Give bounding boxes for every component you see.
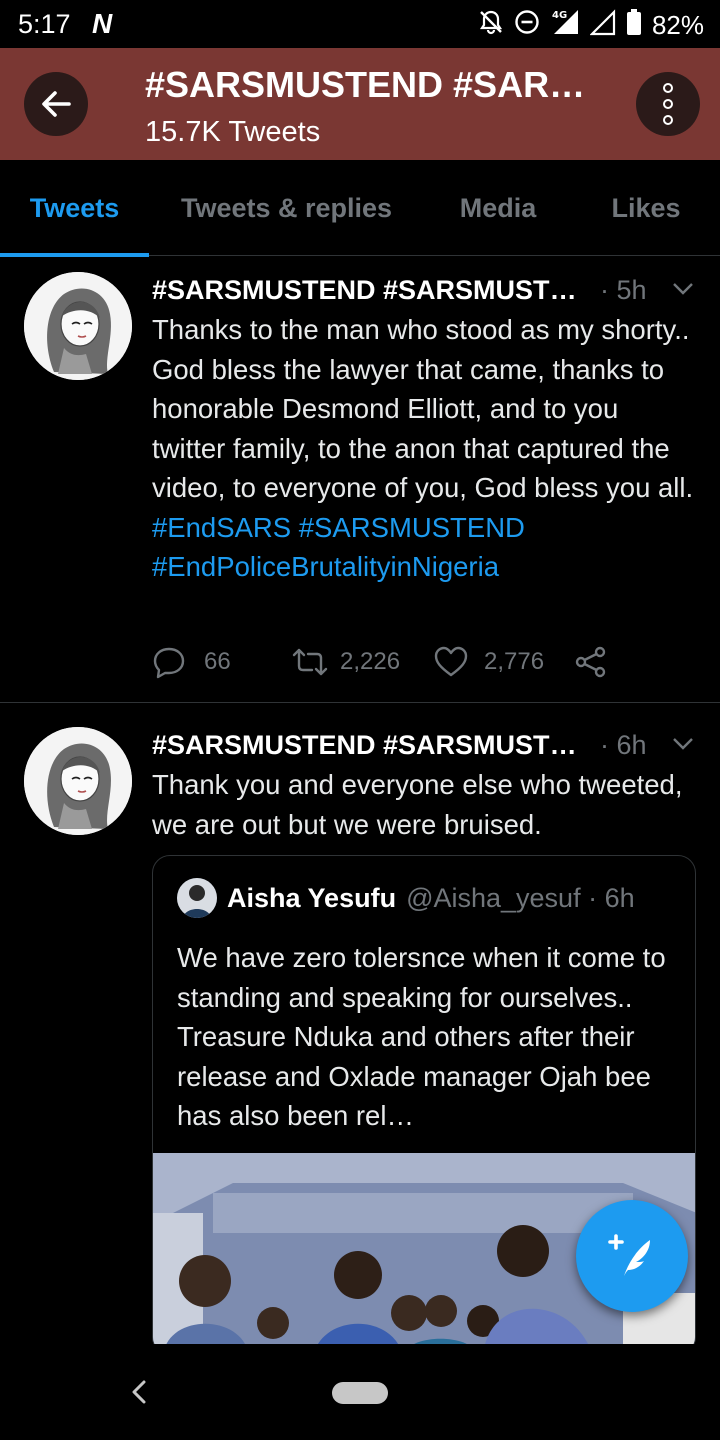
mute-bell-icon: [478, 9, 504, 42]
tab-tweets[interactable]: Tweets: [0, 160, 149, 257]
quote-text: We have zero tolersnce when it come to s…: [177, 942, 666, 1131]
reply-icon: [153, 647, 185, 679]
nav-back-icon[interactable]: [126, 1374, 152, 1410]
svg-text:4G: 4G: [552, 10, 567, 21]
signal-icon: [589, 8, 616, 43]
signal-4g-icon: 4G: [550, 8, 580, 43]
quote-handle: @Aisha_yesuf · 6h: [406, 882, 635, 913]
tab-likes[interactable]: Likes: [572, 160, 720, 256]
tweet-time: · 5h: [600, 274, 647, 305]
heart-icon: [434, 646, 468, 677]
status-icons: 4G 82%: [478, 8, 704, 43]
tweet-header: #SARSMUSTEND #SARSMUSTEND · 5h: [152, 270, 700, 310]
retweet-icon: [292, 648, 328, 676]
chevron-down-icon[interactable]: [668, 274, 698, 304]
more-vertical-icon: [663, 83, 673, 93]
reply-count: 66: [204, 648, 231, 675]
compose-tweet-button[interactable]: [576, 1200, 688, 1312]
tweet-author[interactable]: #SARSMUSTEND #SARSMUSTEND: [152, 730, 580, 761]
do-not-disturb-icon: [514, 9, 540, 42]
tweet-text: Thank you and everyone else who tweeted,…: [152, 769, 683, 840]
like-button[interactable]: 2,776: [434, 646, 574, 678]
page-title: #SARSMUSTEND #SARSMUSTEND: [145, 64, 605, 105]
tab-tweets-replies[interactable]: Tweets & replies: [149, 160, 424, 256]
system-nav-bar: [0, 1344, 720, 1440]
tweet-text: Thanks to the man who stood as my shorty…: [152, 314, 694, 582]
status-time: 5:17: [18, 9, 71, 39]
like-count: 2,776: [484, 648, 545, 675]
tweet-header: #SARSMUSTEND #SARSMUSTEND · 6h: [152, 725, 700, 765]
nav-home-pill[interactable]: [332, 1382, 388, 1404]
status-bar: 5:17 N 4G 82%: [0, 0, 720, 48]
hashtag-link[interactable]: #EndPoliceBrutalityinNigeria: [152, 551, 499, 582]
avatar[interactable]: [24, 727, 132, 835]
app-header: #SARSMUSTEND #SARSMUSTEND 15.7K Tweets: [0, 48, 720, 160]
retweet-count: 2,226: [340, 648, 401, 675]
battery-icon: [626, 8, 642, 43]
battery-percent: 82%: [651, 10, 704, 40]
share-icon: [575, 646, 606, 678]
quote-author: Aisha Yesufu: [227, 882, 397, 913]
tab-media[interactable]: Media: [424, 160, 572, 256]
tweet-count: 15.7K Tweets: [145, 116, 321, 148]
netflix-n-icon: N: [92, 8, 113, 39]
tweet-actions: 66 2,226 2,776: [152, 642, 608, 682]
tweet-time: · 6h: [600, 729, 647, 760]
chevron-down-icon[interactable]: [668, 729, 698, 759]
quote-header: Aisha Yesufu @Aisha_yesuf · 6h: [177, 878, 635, 918]
back-button[interactable]: [24, 72, 88, 136]
share-button[interactable]: [574, 645, 608, 679]
avatar[interactable]: [24, 272, 132, 380]
hashtag-link[interactable]: #SARSMUSTEND: [299, 512, 525, 543]
tweet[interactable]: #SARSMUSTEND #SARSMUSTEND · 5h Thanks to…: [0, 256, 720, 702]
profile-tabs: Tweets Tweets & replies Media Likes: [0, 160, 720, 257]
hashtag-link[interactable]: #EndSARS: [152, 512, 291, 543]
retweet-button[interactable]: 2,226: [292, 646, 434, 678]
tweet-author[interactable]: #SARSMUSTEND #SARSMUSTEND: [152, 275, 580, 306]
quote-avatar: [177, 878, 217, 918]
reply-button[interactable]: 66: [152, 645, 292, 679]
more-options-button[interactable]: [636, 72, 700, 136]
compose-feather-icon: [608, 1234, 650, 1276]
arrow-left-icon: [42, 91, 71, 117]
